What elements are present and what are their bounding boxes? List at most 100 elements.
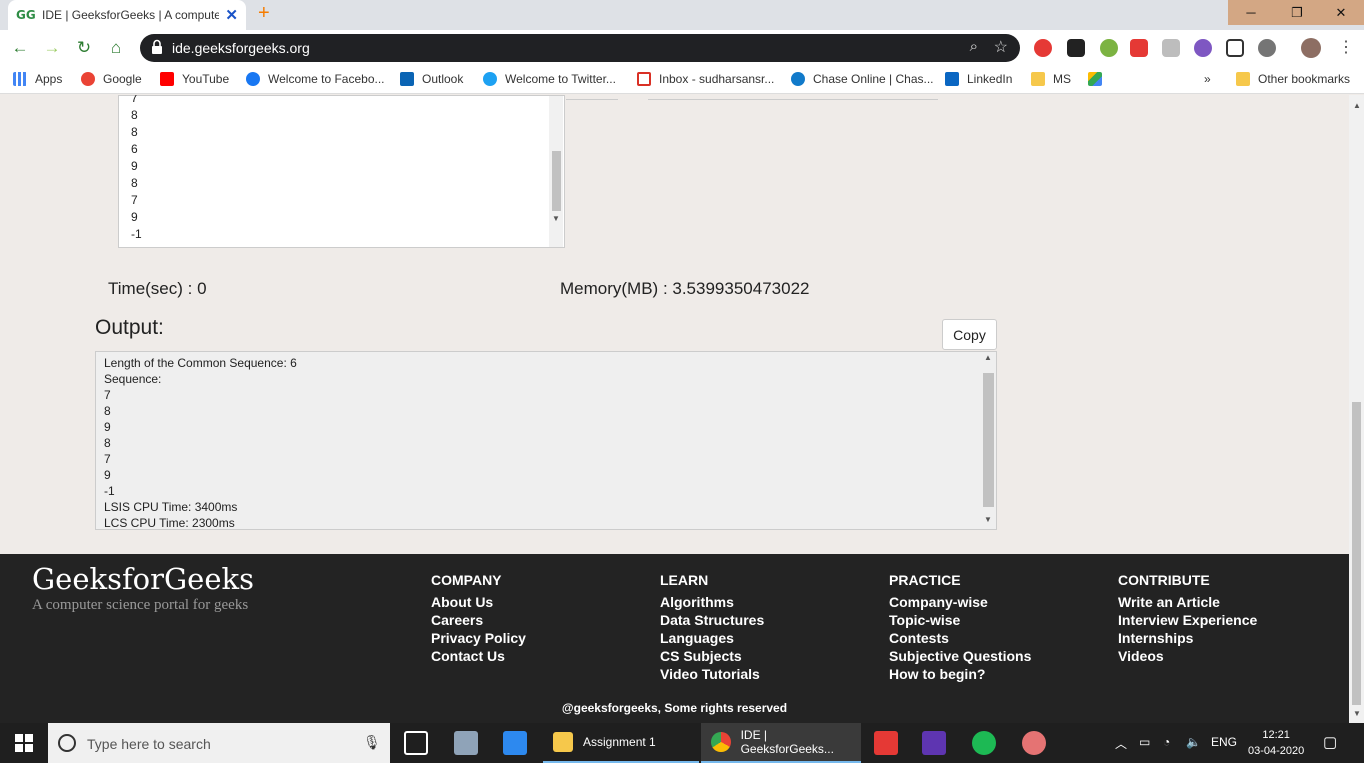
bookmark-outlook[interactable]: Outlook [400,72,463,86]
scroll-down-icon[interactable]: ▼ [1353,709,1361,718]
footer-brand[interactable]: GeeksforGeeks [32,562,254,596]
play-icon[interactable] [1258,39,1276,57]
footer-link[interactable]: CS Subjects [660,647,764,665]
tray-chevron-icon[interactable]: ︿ [1115,735,1127,752]
output-line: LSIS CPU Time: 3400ms [104,500,238,514]
footer-link[interactable]: Videos [1118,647,1257,665]
battery-icon[interactable]: ▭ [1139,735,1150,749]
bookmark-chase[interactable]: Chase Online | Chas... [791,72,934,86]
output-scrollbar[interactable]: ▲ ▼ [981,353,995,528]
app-icon[interactable] [1022,731,1046,755]
lock-icon [152,39,162,54]
other-bookmarks[interactable]: Other bookmarks [1236,72,1350,86]
bookmark-facebook[interactable]: Welcome to Facebo... [246,72,385,86]
restore-button[interactable]: ❐ [1274,0,1320,25]
start-button[interactable] [0,723,48,763]
site-footer: GeeksforGeeks A computer science portal … [0,554,1349,723]
volume-icon[interactable]: 🔈 [1186,735,1201,749]
extension-icon[interactable] [1162,39,1180,57]
taskbar-app-chrome[interactable]: IDE | GeeksforGeeks... [701,723,861,763]
scrollbar-thumb[interactable] [983,373,994,507]
footer-link[interactable]: Interview Experience [1118,611,1257,629]
minimize-button[interactable]: ─ [1228,0,1274,25]
select-edge [648,95,938,100]
spotify-icon[interactable] [972,731,996,755]
extension-icon[interactable] [1034,39,1052,57]
file-explorer-icon [553,732,573,752]
footer-link[interactable]: Company-wise [889,593,1031,611]
language-indicator[interactable]: ENG [1211,735,1237,749]
scroll-down-icon[interactable]: ▼ [552,214,560,223]
scroll-up-icon[interactable]: ▲ [984,353,992,362]
footer-link[interactable]: Subjective Questions [889,647,1031,665]
address-bar[interactable]: ide.geeksforgeeks.org ⌕ ☆ [140,34,1020,62]
tab-close-icon[interactable]: ✕ [225,6,238,24]
footer-link[interactable]: Careers [431,611,526,629]
footer-link[interactable]: Languages [660,629,764,647]
bookmark-drive[interactable] [1088,72,1110,86]
footer-link[interactable]: About Us [431,593,526,611]
footer-link[interactable]: Privacy Policy [431,629,526,647]
app-icon[interactable] [503,731,527,755]
bookmark-gmail[interactable]: Inbox - sudharsansr... [637,72,774,86]
bookmark-google[interactable]: Google [81,72,142,86]
scroll-up-icon[interactable]: ▲ [1353,101,1361,110]
footer-link[interactable]: How to begin? [889,665,1031,683]
close-window-button[interactable]: ✕ [1318,0,1364,25]
extension-icon[interactable] [1100,39,1118,57]
footer-column-company: COMPANY About Us Careers Privacy Policy … [431,572,526,665]
extension-icon[interactable] [1226,39,1244,57]
extension-icon[interactable] [1067,39,1085,57]
bookmark-star-icon[interactable]: ☆ [994,37,1008,57]
microphone-icon[interactable]: 🎙 [363,734,381,751]
scrollbar-thumb[interactable] [1352,402,1361,705]
visual-studio-icon[interactable] [922,731,946,755]
twitter-icon [483,72,497,86]
footer-link[interactable]: Internships [1118,629,1257,647]
footer-link[interactable]: Topic-wise [889,611,1031,629]
browser-tab[interactable]: GG IDE | GeeksforGeeks | A compute ✕ [8,0,246,30]
footer-link[interactable]: Write an Article [1118,593,1257,611]
calendar-icon[interactable] [874,731,898,755]
search-icon[interactable]: ⌕ [970,38,978,55]
footer-link[interactable]: Algorithms [660,593,764,611]
task-view-icon[interactable] [404,731,428,755]
menu-icon[interactable]: ⋮ [1338,37,1354,57]
bookmark-twitter[interactable]: Welcome to Twitter... [483,72,616,86]
footer-link[interactable]: Data Structures [660,611,764,629]
stdin-textarea[interactable]: 7 8 8 6 9 8 7 9 -1 ▼ [118,95,565,248]
avatar[interactable] [1301,38,1321,58]
bookmark-linkedin[interactable]: LinkedIn [945,72,1012,86]
bookmark-folder-ms[interactable]: MS [1031,72,1071,86]
home-icon[interactable]: ⌂ [104,36,128,60]
stdin-scrollbar[interactable]: ▼ [549,96,563,247]
clock[interactable]: 12:21 03-04-2020 [1248,727,1304,759]
bookmark-youtube[interactable]: YouTube [160,72,229,86]
copy-button[interactable]: Copy [942,319,997,350]
footer-link[interactable]: Contests [889,629,1031,647]
wifi-icon[interactable]: ◔ [1163,735,1170,749]
scrollbar-thumb[interactable] [552,151,561,211]
stdin-line: 8 [131,176,138,190]
gmail-icon [637,72,651,86]
output-box[interactable]: Length of the Common Sequence: 6 Sequenc… [95,351,997,530]
extension-icon[interactable] [1194,39,1212,57]
bookmark-apps[interactable]: Apps [13,72,62,86]
taskbar-app-explorer[interactable]: Assignment 1 [543,723,699,763]
footer-link[interactable]: Video Tutorials [660,665,764,683]
drive-icon [1088,72,1102,86]
page-scrollbar[interactable]: ▲ ▼ [1349,95,1364,723]
taskbar-search[interactable]: Type here to search 🎙 [48,723,390,763]
pc-icon[interactable] [454,731,478,755]
reload-icon[interactable]: ↻ [72,36,96,60]
bookmarks-overflow-icon[interactable]: » [1204,72,1211,86]
extension-icon[interactable] [1130,39,1148,57]
output-line: Sequence: [104,372,162,386]
notifications-icon[interactable]: ▢ [1323,733,1337,751]
forward-icon[interactable]: → [40,36,64,60]
new-tab-icon[interactable]: + [258,2,270,25]
back-icon[interactable]: ← [8,36,32,60]
scroll-down-icon[interactable]: ▼ [984,515,992,524]
chrome-icon [711,732,731,752]
footer-link[interactable]: Contact Us [431,647,526,665]
